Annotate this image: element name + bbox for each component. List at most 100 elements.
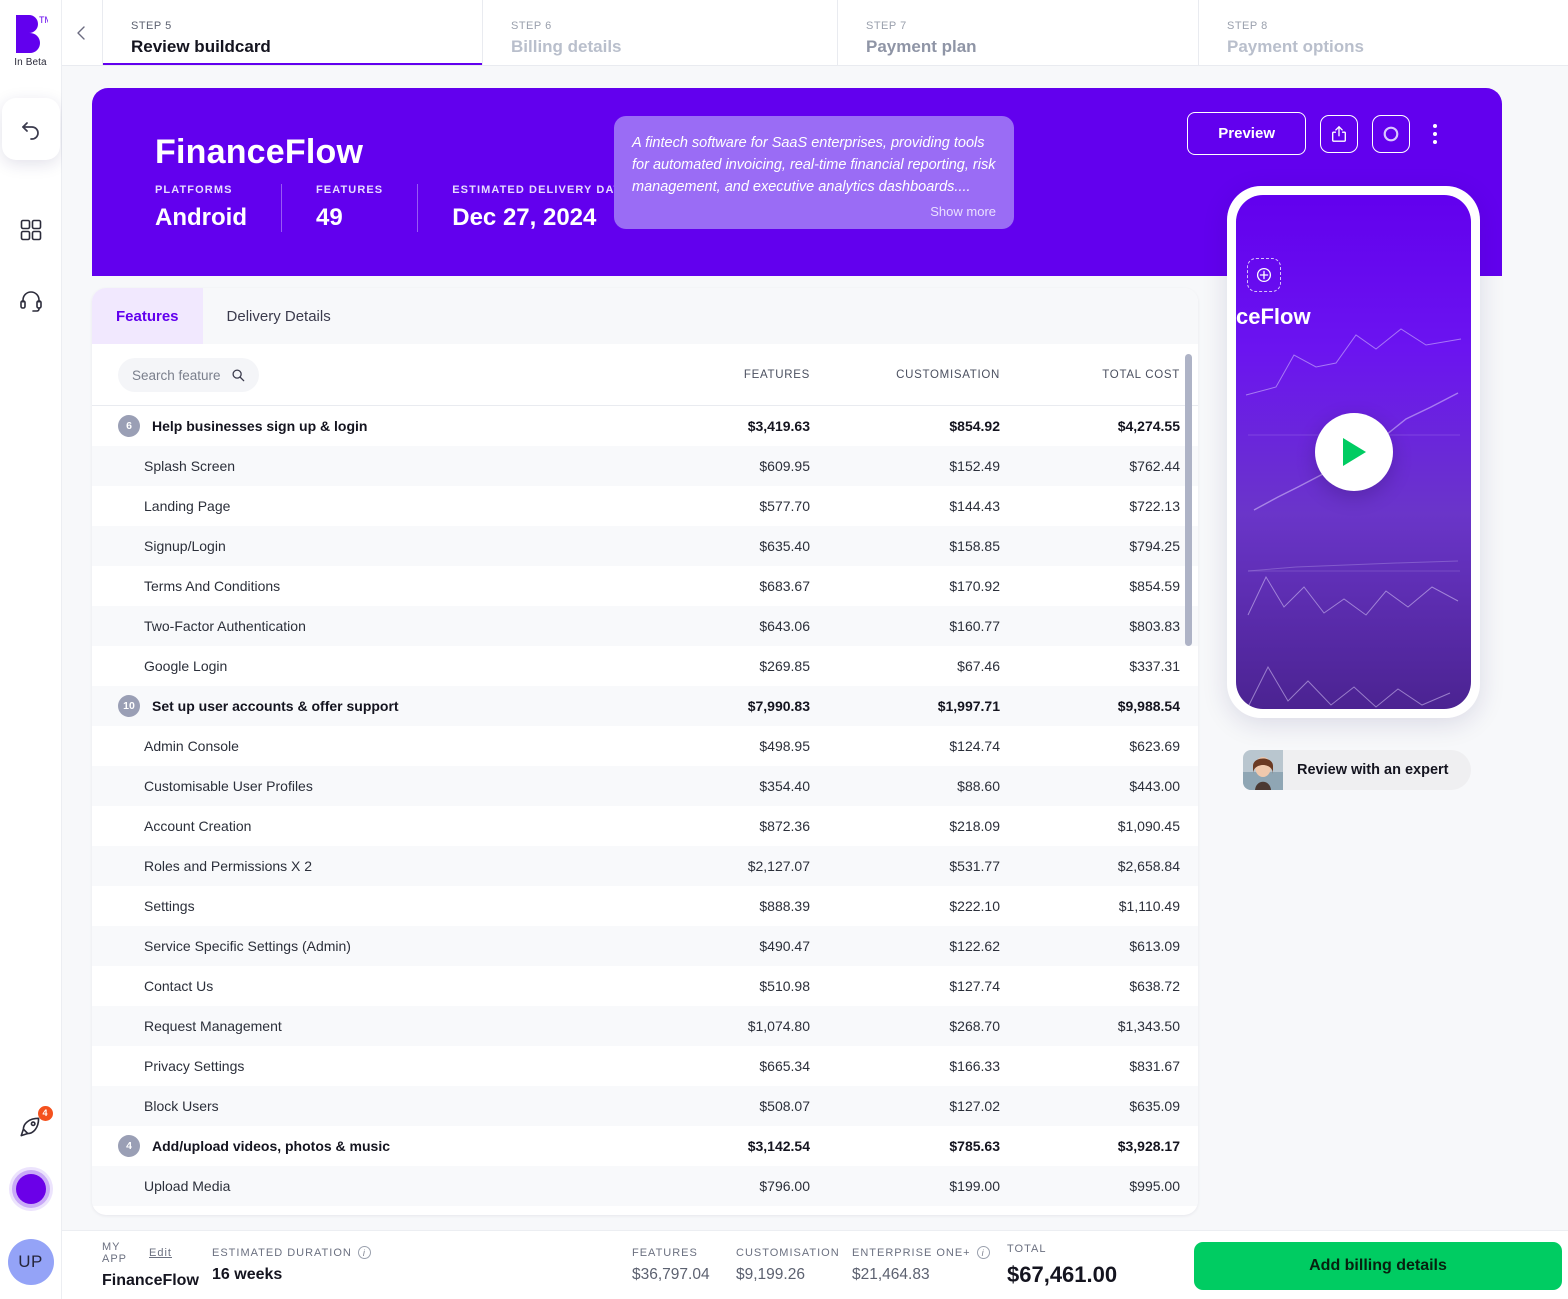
step-tab-payment-options[interactable]: STEP 8 Payment options [1198,0,1568,66]
share-button[interactable] [1320,114,1358,153]
table-row[interactable]: Request Management $1,074.80 $268.70 $1,343… [92,1006,1198,1046]
cell-total-cost: $635.09 [1129,1098,1180,1114]
info-icon[interactable]: i [357,1246,371,1259]
cell-total-cost: $443.00 [1129,778,1180,794]
cell-features: $683.67 [759,578,810,594]
feature-group-row[interactable]: 4 Add/upload videos, photos & music $3,142… [92,1126,1198,1166]
search-input[interactable]: Search feature [118,358,259,392]
table-row[interactable]: Block Users $508.07 $127.02 $635.09 [92,1086,1198,1126]
stat-features: FEATURES 49 [280,184,417,232]
project-description-card: A fintech software for SaaS enterprises,… [614,116,1014,230]
table-row[interactable]: Settings $888.39 $222.10 $1,110.49 [92,886,1198,926]
feature-name: Landing Page [144,498,231,514]
table-row[interactable]: Two-Factor Authentication $643.06 $160.77 $… [92,606,1198,646]
table-scrollbar-thumb[interactable] [1185,354,1192,646]
table-row[interactable]: Roles and Permissions X 2 $2,127.07 $531.7… [92,846,1198,886]
stat-value: Android [155,204,247,231]
step-label: Payment options [1227,36,1364,56]
review-with-expert-label: Review with an expert [1297,762,1449,778]
feature-count-badge: 10 [118,695,140,717]
support-button[interactable] [9,278,53,322]
duration-value: 16 weeks [212,1266,283,1283]
cell-features: $796.00 [759,1178,810,1194]
add-billing-details-button[interactable]: Add billing details [1194,1242,1562,1290]
tab-features[interactable]: Features [92,288,203,344]
search-icon [232,369,244,382]
record-button[interactable] [1372,114,1410,153]
undo-button[interactable] [1,98,60,160]
cell-features: $498.95 [759,738,810,754]
cell-customisation: $127.02 [949,1098,1000,1114]
step-tab-payment-plan[interactable]: STEP 7 Payment plan [837,0,1198,66]
step-tab-review-buildcard[interactable]: STEP 5 Review buildcard [102,0,482,66]
rocket-button[interactable]: 4 [9,1105,53,1149]
footer-features: FEATURES $36,797.04 [632,1247,736,1284]
plus-in-box-icon [1256,267,1272,283]
hero-actions: Preview [1187,112,1446,155]
stat-label: PLATFORMS [155,184,233,196]
footer-duration: ESTIMATED DURATION i 16 weeks [212,1246,632,1284]
feature-group-name-cell: 4 Add/upload videos, photos & music [118,1135,620,1157]
tab-delivery-details[interactable]: Delivery Details [203,288,355,344]
cell-customisation: $199.00 [949,1178,1000,1194]
cell-total-cost: $803.83 [1129,618,1180,634]
avatar[interactable]: UP [7,1239,54,1285]
feature-group-row[interactable]: 10 Set up user accounts & offer support $7… [92,686,1198,726]
cell-features: $7,990.83 [747,698,810,714]
column-header-customisation: CUSTOMISATION [896,369,1000,381]
status-orb-inner [15,1174,46,1204]
table-row[interactable]: Terms And Conditions $683.67 $170.92 $854.5… [92,566,1198,606]
table-row[interactable]: Admin Console $498.95 $124.74 $623.69 [92,726,1198,766]
my-app-value: FinanceFlow [102,1271,199,1289]
status-orb[interactable] [8,1167,53,1211]
step-tab-billing-details[interactable]: STEP 6 Billing details [482,0,837,66]
step-label: Review buildcard [131,36,271,56]
cell-customisation: $122.62 [949,938,1000,954]
table-row[interactable]: Contact Us $510.98 $127.74 $638.72 [92,966,1198,1006]
cell-customisation: $152.49 [949,458,1000,474]
footer-enterprise: ENTERPRISE ONE+ i $21,464.83 [852,1246,1007,1284]
table-row[interactable]: Customisable User Profiles $354.40 $88.60 $… [92,766,1198,806]
features-value: $36,797.04 [632,1265,710,1283]
add-screen-button[interactable] [1247,258,1281,292]
preview-button[interactable]: Preview [1187,112,1306,155]
review-with-expert-button[interactable]: Review with an expert [1243,750,1471,790]
enterprise-label: ENTERPRISE ONE+ [852,1246,971,1259]
feature-name: Contact Us [144,978,214,994]
info-icon[interactable]: i [976,1246,990,1259]
cell-total-cost: $722.13 [1129,498,1180,514]
app-logo[interactable]: TM In Beta [0,0,62,80]
cell-features: $665.34 [759,1058,810,1074]
cell-customisation: $144.43 [949,498,1000,514]
headset-icon [19,291,42,312]
preview-app-name: ceFlow [1236,304,1311,329]
table-row[interactable]: Service Specific Settings (Admin) $490.47… [92,926,1198,966]
total-label: TOTAL [1007,1242,1047,1255]
table-row[interactable]: Landing Page $577.70 $144.43 $722.13 [92,486,1198,526]
table-row[interactable]: Signup/Login $635.40 $158.85 $794.25 [92,526,1198,566]
table-row[interactable]: Splash Screen $609.95 $152.49 $762.44 [92,446,1198,486]
my-app-label: MY APP [102,1240,128,1265]
grid-icon [20,219,41,241]
show-more-link[interactable]: Show more [632,204,996,219]
table-row[interactable]: Upload Media $796.00 $199.00 $995.00 [92,1166,1198,1206]
more-options-button[interactable] [1424,123,1446,144]
feature-group-name-cell: 10 Set up user accounts & offer support [118,695,620,717]
cell-customisation: $531.77 [949,858,1000,874]
cell-features: $269.85 [759,658,810,674]
table-row[interactable]: Account Creation $872.36 $218.09 $1,090.45 [92,806,1198,846]
cell-features: $354.40 [759,778,810,794]
table-row[interactable]: Privacy Settings $665.34 $166.33 $831.67 [92,1046,1198,1086]
feature-group-row[interactable]: 6 Help businesses sign up & login $3,419.6… [92,406,1198,446]
page-title: FinanceFlow [155,133,364,171]
undo-icon [21,122,39,140]
feature-count-badge: 6 [118,415,140,437]
back-button[interactable] [62,0,102,66]
play-preview-button[interactable] [1314,413,1393,491]
features-card: Features Delivery Details Search feature… [92,288,1198,1215]
feature-name: Service Specific Settings (Admin) [144,938,351,954]
app-preview-phone[interactable]: ceFlow [1227,186,1480,718]
dashboard-button[interactable] [9,208,53,252]
edit-link[interactable]: Edit [149,1247,172,1259]
table-row[interactable]: Google Login $269.85 $67.46 $337.31 [92,646,1198,686]
